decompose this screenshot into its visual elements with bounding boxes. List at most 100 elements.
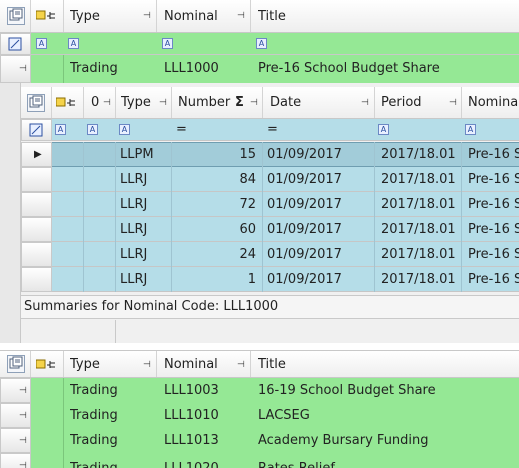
detail-col-period-pin-icon[interactable]: ⊣ bbox=[449, 98, 457, 108]
outer-group-row[interactable]: ⊣ Trading LLL1020 Rates Relief bbox=[0, 453, 519, 468]
detail-col-nominal-header[interactable]: Nomina bbox=[468, 87, 519, 118]
outer-row-pin-header[interactable] bbox=[35, 358, 62, 376]
table-row[interactable]: LLRJ 24 01/09/2017 2017/18.01 Pre-16 S bbox=[21, 242, 519, 267]
outer-col-type-pin-icon[interactable]: ⊣ bbox=[143, 11, 151, 21]
row-indicator[interactable]: ⊣ bbox=[0, 428, 31, 453]
row-selector[interactable] bbox=[21, 192, 52, 217]
group-row-nominal: LLL1020 bbox=[164, 456, 249, 468]
cell-number: 1 bbox=[247, 272, 256, 287]
outer-group-row[interactable]: ⊣ Trading LLL1013 Academy Bursary Fundin… bbox=[0, 428, 519, 453]
outer-col-type-header[interactable]: Type bbox=[70, 351, 150, 377]
row-indicator[interactable]: ⊣ bbox=[0, 378, 31, 403]
detail-col-zero-header[interactable]: 0 bbox=[91, 87, 101, 118]
cell-period: 2017/18.01 bbox=[381, 172, 456, 187]
expand-pin-icon[interactable]: ⊣ bbox=[19, 411, 27, 421]
sum-icon[interactable]: Σ bbox=[235, 87, 249, 118]
filter-letter-icon[interactable]: A bbox=[55, 124, 66, 135]
group-row-nominal: LLL1010 bbox=[164, 408, 219, 423]
outer-col-type-pin-icon[interactable]: ⊣ bbox=[143, 360, 151, 370]
column-chooser-button[interactable] bbox=[7, 7, 25, 25]
outer-group-row[interactable]: ⊣ Trading LLL1003 16-19 School Budget Sh… bbox=[0, 378, 519, 403]
cell-period: 2017/18.01 bbox=[381, 222, 456, 237]
table-row[interactable]: LLRJ 60 01/09/2017 2017/18.01 Pre-16 S bbox=[21, 217, 519, 242]
row-selector[interactable] bbox=[21, 167, 52, 192]
expand-pin-icon[interactable]: ⊣ bbox=[19, 386, 27, 396]
outer-clear-filter-button[interactable] bbox=[0, 33, 31, 55]
outer-col-nominal-header[interactable]: Nominal bbox=[164, 351, 244, 377]
group-row-title: Pre-16 School Budget Share bbox=[258, 61, 440, 76]
detail-clear-filter-button[interactable] bbox=[21, 119, 52, 141]
row-indicator[interactable]: ⊣ bbox=[0, 55, 31, 83]
detail-col-number-pin-icon[interactable]: ⊣ bbox=[250, 98, 258, 108]
group-row-type: Trading bbox=[70, 61, 118, 76]
cell-number: 15 bbox=[239, 147, 256, 162]
column-chooser-button[interactable] bbox=[7, 355, 25, 373]
group-row-title: Rates Relief bbox=[258, 456, 518, 468]
detail-filter-row: A A A = = A A bbox=[21, 119, 519, 141]
expand-pin-icon[interactable]: ⊣ bbox=[19, 436, 27, 446]
cell-type: LLRJ bbox=[120, 272, 148, 287]
table-row[interactable]: ▶ LLPM 15 01/09/2017 2017/18.01 Pre-16 S bbox=[21, 142, 519, 167]
table-row[interactable]: LLRJ 1 01/09/2017 2017/18.01 Pre-16 S bbox=[21, 267, 519, 292]
outer-group-row[interactable]: ⊣ Trading LLL1000 Pre-16 School Budget S… bbox=[0, 55, 519, 83]
outer-col-title-header[interactable]: Title bbox=[258, 351, 458, 377]
outer-col-type-header[interactable]: Type bbox=[70, 0, 150, 32]
outer-grid-header-repeat: Type ⊣ Nominal ⊣ Title bbox=[0, 350, 519, 378]
filter-letter-icon[interactable]: A bbox=[87, 124, 98, 135]
clear-filter-icon bbox=[29, 123, 43, 137]
outer-row-pin-header[interactable] bbox=[35, 9, 62, 27]
cell-period: 2017/18.01 bbox=[381, 272, 456, 287]
cell-number: 24 bbox=[239, 247, 256, 262]
group-row-title: LACSEG bbox=[258, 408, 310, 423]
date-filter-operator[interactable]: = bbox=[267, 119, 279, 140]
table-row[interactable]: LLRJ 72 01/09/2017 2017/18.01 Pre-16 S bbox=[21, 192, 519, 217]
cell-date: 01/09/2017 bbox=[267, 272, 342, 287]
detail-col-type-header[interactable]: Type bbox=[121, 87, 161, 118]
cell-number: 84 bbox=[239, 172, 256, 187]
outer-grid-header: Type ⊣ Nominal ⊣ Title bbox=[0, 0, 519, 33]
outer-group-row[interactable]: ⊣ Trading LLL1010 LACSEG bbox=[0, 403, 519, 428]
filter-letter-icon[interactable]: A bbox=[36, 38, 47, 49]
group-row-type: Trading bbox=[70, 383, 118, 398]
detail-col-date-pin-icon[interactable]: ⊣ bbox=[361, 98, 369, 108]
detail-col-number-header[interactable]: Number bbox=[178, 87, 240, 118]
cell-number: 60 bbox=[239, 222, 256, 237]
detail-grid-header: 0 ⊣ Type ⊣ Number Σ ⊣ Date ⊣ Period ⊣ No… bbox=[21, 87, 519, 119]
filter-letter-icon[interactable]: A bbox=[465, 124, 476, 135]
filter-letter-icon[interactable]: A bbox=[256, 38, 267, 49]
outer-col-nominal-pin-icon[interactable]: ⊣ bbox=[237, 11, 245, 21]
expand-pin-icon[interactable]: ⊣ bbox=[19, 461, 27, 468]
number-filter-operator[interactable]: = bbox=[176, 119, 188, 140]
detail-col-zero-pin-icon[interactable]: ⊣ bbox=[103, 98, 111, 108]
row-indicator[interactable]: ⊣ bbox=[0, 403, 31, 428]
cell-date: 01/09/2017 bbox=[267, 172, 342, 187]
row-selector[interactable] bbox=[21, 267, 52, 292]
expand-pin-icon[interactable]: ⊣ bbox=[19, 64, 27, 74]
outer-col-nominal-header[interactable]: Nominal bbox=[164, 0, 244, 32]
filter-letter-icon[interactable]: A bbox=[68, 38, 79, 49]
cell-date: 01/09/2017 bbox=[267, 197, 342, 212]
detail-col-date-header[interactable]: Date bbox=[270, 87, 350, 118]
cell-nominal: Pre-16 S bbox=[468, 222, 519, 237]
table-row[interactable]: LLRJ 84 01/09/2017 2017/18.01 Pre-16 S bbox=[21, 167, 519, 192]
row-selector[interactable] bbox=[21, 217, 52, 242]
row-selector[interactable] bbox=[21, 242, 52, 267]
detail-col-type-pin-icon[interactable]: ⊣ bbox=[159, 98, 167, 108]
cell-date: 01/09/2017 bbox=[267, 147, 342, 162]
outer-col-title-header[interactable]: Title bbox=[258, 0, 458, 32]
cell-type: LLPM bbox=[120, 147, 154, 162]
cell-type: LLRJ bbox=[120, 222, 148, 237]
filter-letter-icon[interactable]: A bbox=[378, 124, 389, 135]
cell-date: 01/09/2017 bbox=[267, 247, 342, 262]
outer-col-nominal-pin-icon[interactable]: ⊣ bbox=[237, 360, 245, 370]
current-row-arrow-icon: ▶ bbox=[34, 149, 42, 160]
detail-row-pin-header[interactable] bbox=[55, 96, 82, 114]
filter-letter-icon[interactable]: A bbox=[119, 124, 130, 135]
detail-rows: ▶ LLPM 15 01/09/2017 2017/18.01 Pre-16 S… bbox=[21, 142, 519, 292]
detail-column-chooser-button[interactable] bbox=[27, 94, 45, 112]
pin-icon bbox=[55, 97, 75, 107]
filter-letter-icon[interactable]: A bbox=[162, 38, 173, 49]
row-indicator[interactable]: ⊣ bbox=[0, 453, 31, 468]
row-selector[interactable]: ▶ bbox=[21, 142, 52, 167]
group-row-type: Trading bbox=[70, 408, 118, 423]
